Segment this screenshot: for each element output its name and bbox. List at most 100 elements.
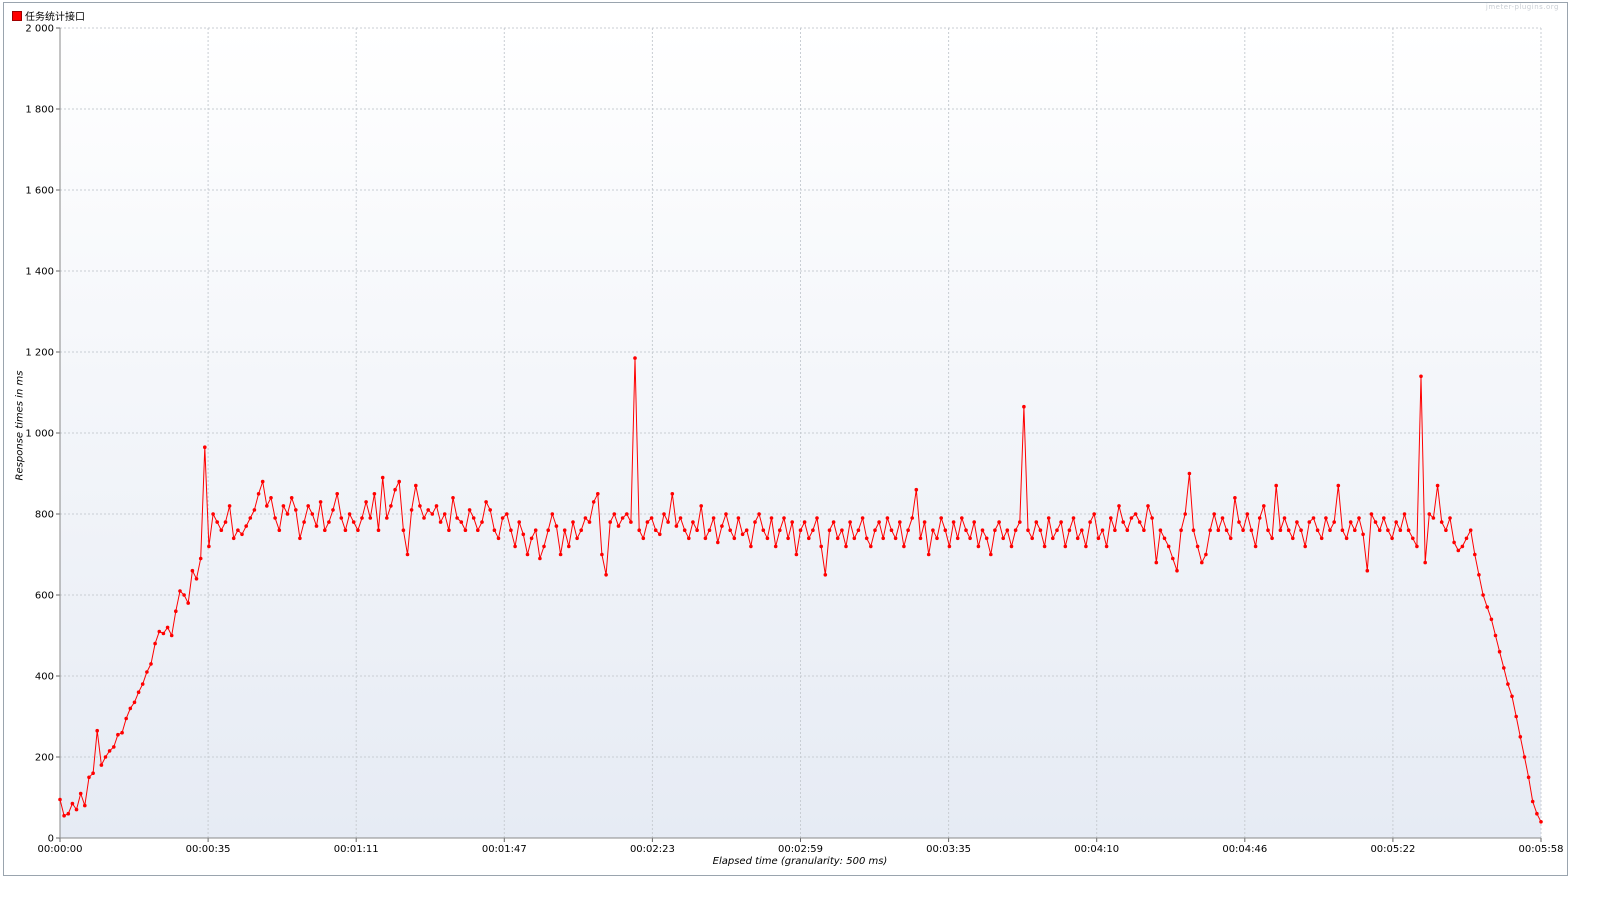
data-point	[550, 512, 555, 516]
data-point	[219, 528, 224, 532]
data-point	[1539, 820, 1543, 824]
data-point	[604, 573, 608, 577]
data-point	[1125, 528, 1130, 532]
data-point	[699, 504, 703, 508]
data-point	[926, 552, 931, 557]
data-point	[1096, 536, 1101, 541]
data-point	[960, 516, 964, 520]
data-point	[401, 528, 406, 532]
data-point	[368, 516, 373, 520]
data-point	[947, 544, 952, 549]
y-tick-label: 1 200	[25, 348, 54, 359]
data-point	[835, 536, 840, 541]
data-point	[732, 536, 737, 541]
response-time-chart: 0 200 400 600 800 1 000 1 200 1 400 1 600 1 800 2 …	[25, 24, 1563, 856]
data-point	[1522, 755, 1527, 759]
data-point	[939, 516, 943, 520]
data-point	[972, 520, 976, 524]
data-point	[1270, 536, 1274, 541]
data-point	[153, 641, 157, 646]
data-point	[591, 500, 596, 504]
data-point	[1493, 633, 1498, 638]
data-point	[496, 536, 501, 541]
data-point	[567, 544, 571, 549]
y-tick-label: 600	[35, 591, 54, 602]
data-point	[190, 568, 195, 573]
data-point	[744, 528, 749, 532]
data-point	[1137, 520, 1142, 524]
data-point	[864, 536, 869, 541]
data-point	[1415, 544, 1419, 549]
x-tick-label: 00:02:23	[630, 844, 675, 855]
data-point	[161, 631, 166, 636]
data-point	[430, 512, 435, 516]
data-point	[678, 516, 683, 520]
data-point	[1187, 471, 1192, 476]
data-point	[1154, 560, 1159, 565]
x-tick-label: 00:00:00	[38, 844, 83, 855]
data-point	[418, 504, 422, 508]
data-point	[682, 528, 687, 532]
data-point	[1431, 516, 1436, 520]
data-point	[711, 516, 716, 520]
data-point	[509, 528, 513, 532]
data-point	[165, 625, 170, 630]
data-point	[1510, 694, 1514, 699]
data-point	[116, 732, 120, 737]
data-point	[993, 528, 997, 532]
data-point	[1212, 512, 1216, 516]
data-point	[1406, 528, 1411, 532]
data-point	[302, 520, 306, 524]
data-point	[1208, 528, 1212, 532]
data-point	[1398, 528, 1403, 532]
data-point	[1365, 568, 1370, 573]
data-point	[1423, 560, 1427, 565]
data-point	[695, 528, 699, 532]
data-point	[1386, 528, 1390, 532]
data-point	[1237, 520, 1241, 524]
data-point	[736, 516, 741, 520]
data-point	[1150, 516, 1154, 520]
data-point	[289, 496, 294, 500]
data-point	[1439, 520, 1444, 524]
data-point	[112, 745, 116, 749]
data-point	[455, 516, 459, 520]
data-point	[1274, 483, 1278, 488]
data-point	[66, 811, 71, 816]
data-point	[1299, 528, 1303, 532]
data-point	[1444, 528, 1448, 532]
data-point	[331, 508, 335, 512]
data-point	[542, 544, 546, 549]
data-point	[1142, 528, 1146, 532]
data-point	[1324, 516, 1328, 520]
data-point	[318, 500, 323, 504]
data-point	[1348, 520, 1353, 524]
y-tick-label: 1 400	[25, 267, 54, 278]
data-point	[951, 520, 956, 524]
data-point	[236, 528, 240, 532]
data-point	[1402, 512, 1407, 516]
data-point	[306, 504, 311, 508]
data-point	[277, 528, 282, 532]
data-point	[203, 445, 207, 450]
y-tick-label: 0	[48, 834, 54, 845]
data-point	[1233, 496, 1237, 500]
data-point	[844, 544, 848, 549]
data-point	[1319, 536, 1324, 541]
data-point	[132, 700, 137, 705]
data-point	[1228, 536, 1233, 541]
x-tick-label: 00:02:59	[778, 844, 823, 855]
data-point	[78, 791, 83, 796]
data-point	[757, 512, 761, 516]
data-point	[1051, 536, 1055, 541]
data-point	[335, 492, 340, 496]
data-point	[1278, 528, 1283, 532]
data-point	[380, 475, 385, 480]
data-point	[1080, 528, 1084, 532]
data-point	[157, 629, 162, 634]
data-point	[889, 528, 894, 532]
data-point	[140, 682, 145, 686]
data-point	[145, 670, 149, 674]
data-point	[649, 516, 654, 520]
data-point	[248, 516, 253, 520]
